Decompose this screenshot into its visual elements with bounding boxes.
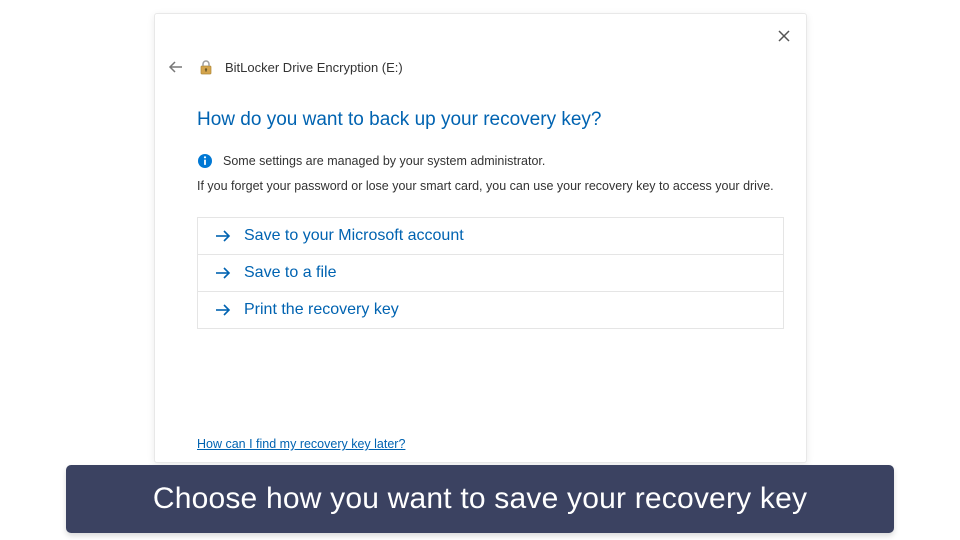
dialog-content: How do you want to back up your recovery… <box>197 109 784 329</box>
help-link[interactable]: How can I find my recovery key later? <box>197 437 405 451</box>
dialog-title: BitLocker Drive Encryption (E:) <box>225 60 403 75</box>
admin-notice-row: Some settings are managed by your system… <box>197 153 784 169</box>
description-text: If you forget your password or lose your… <box>197 179 784 193</box>
dialog-header: BitLocker Drive Encryption (E:) <box>167 58 403 76</box>
bitlocker-dialog: BitLocker Drive Encryption (E:) How do y… <box>154 13 807 463</box>
arrow-right-icon <box>214 264 232 282</box>
option-save-to-file[interactable]: Save to a file <box>198 255 783 292</box>
close-button[interactable] <box>776 28 792 44</box>
option-print-recovery-key[interactable]: Print the recovery key <box>198 292 783 328</box>
caption-bar: Choose how you want to save your recover… <box>66 465 894 533</box>
option-label: Save to a file <box>244 264 337 282</box>
admin-notice-text: Some settings are managed by your system… <box>223 154 545 168</box>
arrow-right-icon <box>214 301 232 319</box>
info-icon <box>197 153 213 169</box>
close-icon <box>778 30 790 42</box>
option-label: Save to your Microsoft account <box>244 227 464 245</box>
arrow-right-icon <box>214 227 232 245</box>
caption-text: Choose how you want to save your recover… <box>153 482 807 516</box>
option-save-microsoft-account[interactable]: Save to your Microsoft account <box>198 218 783 255</box>
option-label: Print the recovery key <box>244 301 399 319</box>
options-list: Save to your Microsoft account Save to a… <box>197 217 784 329</box>
back-button[interactable] <box>167 58 185 76</box>
bitlocker-icon <box>197 58 215 76</box>
back-arrow-icon <box>168 59 184 75</box>
main-heading: How do you want to back up your recovery… <box>197 109 784 131</box>
